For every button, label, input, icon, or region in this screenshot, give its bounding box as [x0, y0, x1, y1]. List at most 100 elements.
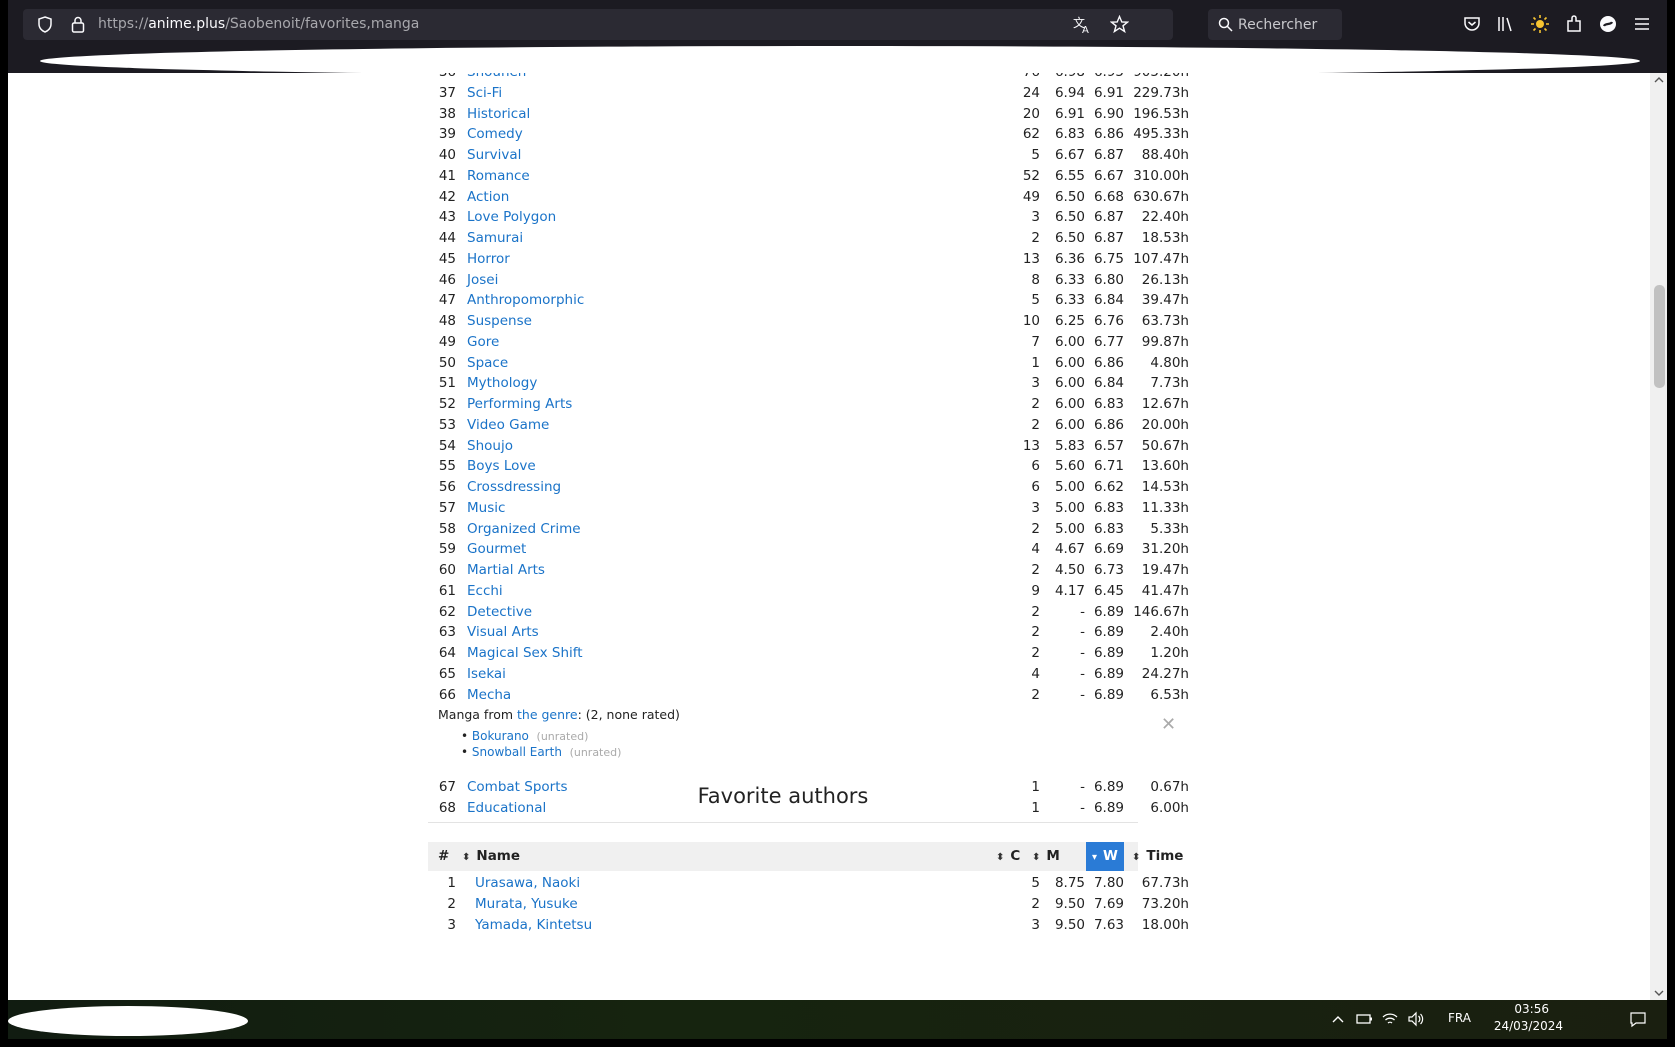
column-time-sort[interactable]: ⬍ Time — [1132, 842, 1183, 871]
name-link[interactable]: Sci-Fi — [467, 85, 502, 101]
name-link[interactable]: Horror — [467, 251, 510, 267]
popup-item[interactable]: • Bokurano (unrated) — [461, 729, 588, 743]
column-name-sort[interactable]: ⬍ Name — [462, 842, 520, 871]
name-link[interactable]: Shoujo — [467, 438, 513, 454]
name-link[interactable]: Shounen — [467, 73, 526, 80]
popup-genre-link[interactable]: the genre — [517, 707, 578, 722]
table-row: 42 Action 49 6.50 6.68 630.67h — [8, 189, 1667, 209]
name-link[interactable]: Romance — [467, 168, 530, 184]
volume-icon[interactable] — [1407, 1010, 1425, 1028]
popup-item[interactable]: • Snowball Earth (unrated) — [461, 745, 621, 759]
weighted-cell: 6.73 — [1093, 562, 1124, 578]
notifications-icon[interactable] — [1629, 1010, 1647, 1028]
name-link[interactable]: Gourmet — [467, 541, 526, 557]
name-link[interactable]: Action — [467, 189, 509, 205]
mean-cell: 4.50 — [1054, 562, 1085, 578]
lock-icon[interactable] — [71, 16, 85, 33]
vertical-scrollbar[interactable] — [1650, 73, 1667, 1000]
weighted-cell: 6.71 — [1093, 458, 1124, 475]
name-link[interactable]: Comedy — [467, 126, 523, 142]
name-link[interactable]: Love Polygon — [467, 209, 556, 225]
pocket-icon[interactable] — [1462, 14, 1482, 34]
name-link[interactable]: Mecha — [467, 687, 511, 703]
language-indicator[interactable]: FRA — [1448, 1011, 1471, 1025]
extensions-icon[interactable] — [1564, 14, 1584, 34]
wifi-icon[interactable] — [1381, 1010, 1399, 1028]
name-link[interactable]: Detective — [467, 604, 532, 620]
mean-cell: 6.33 — [1054, 271, 1085, 288]
name-link[interactable]: Video Game — [467, 417, 549, 433]
name-link[interactable]: Visual Arts — [467, 624, 539, 640]
name-link[interactable]: Survival — [467, 147, 521, 163]
table-row: 58 Organized Crime 2 5.00 6.83 5.33h — [8, 521, 1667, 541]
weighted-cell: 6.89 — [1093, 603, 1124, 620]
name-link[interactable]: Mythology — [467, 375, 537, 391]
scrollbar-thumb[interactable] — [1654, 285, 1665, 388]
name-link[interactable]: Boys Love — [467, 458, 536, 474]
bookmark-star-icon[interactable] — [1110, 15, 1129, 34]
count-cell: 76 — [1023, 73, 1040, 80]
shield-icon[interactable] — [37, 16, 53, 33]
sort-icon: ⬍ — [462, 852, 471, 863]
url-text[interactable]: https://anime.plus/Saobenoit/favorites,m… — [98, 16, 419, 32]
battery-icon[interactable] — [1355, 1010, 1373, 1028]
rank-cell: 64 — [438, 645, 456, 661]
count-cell: 2 — [1031, 686, 1040, 703]
account-icon[interactable] — [1598, 14, 1618, 34]
mean-cell: 6.94 — [1054, 84, 1085, 101]
count-cell: 3 — [1031, 917, 1040, 933]
weighted-cell: 6.89 — [1093, 645, 1124, 661]
mean-cell: 5.00 — [1054, 499, 1085, 516]
name-link[interactable]: Crossdressing — [467, 479, 561, 495]
column-weighted-sort[interactable]: ▾ W — [1086, 842, 1124, 871]
name-link[interactable]: Organized Crime — [467, 521, 581, 537]
scroll-up-icon[interactable] — [1654, 76, 1664, 84]
name-link[interactable]: Gore — [467, 334, 499, 350]
search-bar[interactable]: Rechercher — [1208, 9, 1342, 40]
translate-icon[interactable]: 文A — [1073, 15, 1093, 34]
rank-cell: 55 — [438, 458, 456, 475]
sort-desc-icon: ▾ — [1092, 852, 1098, 863]
name-link[interactable]: Performing Arts — [467, 396, 572, 412]
name-link[interactable]: Martial Arts — [467, 562, 545, 578]
mean-cell: 6.98 — [1055, 73, 1085, 80]
rank-cell: 38 — [438, 105, 456, 122]
sort-icon: ⬍ — [1132, 852, 1141, 863]
sun-icon[interactable] — [1530, 14, 1550, 34]
address-bar[interactable]: https://anime.plus/Saobenoit/favorites,m… — [23, 9, 1173, 40]
name-link[interactable]: Historical — [467, 106, 530, 122]
table-row: 40 Survival 5 6.67 6.87 88.40h — [8, 147, 1667, 167]
rank-cell: 42 — [438, 188, 456, 205]
name-link[interactable]: Suspense — [467, 313, 532, 329]
weighted-cell: 6.68 — [1093, 188, 1124, 205]
name-link[interactable]: Isekai — [467, 666, 506, 682]
scroll-down-icon[interactable] — [1654, 989, 1664, 997]
name-link[interactable]: Space — [467, 355, 508, 371]
clock-time[interactable]: 03:56 — [1514, 1002, 1549, 1016]
popup-close-button[interactable]: ✕ — [1161, 714, 1176, 735]
menu-icon[interactable] — [1632, 14, 1652, 34]
count-cell: 2 — [1031, 520, 1040, 537]
count-cell: 9 — [1031, 582, 1040, 599]
time-cell: 1.20h — [1150, 645, 1189, 661]
count-cell: 4 — [1031, 541, 1040, 558]
name-link[interactable]: Samurai — [467, 230, 523, 246]
chevron-up-icon[interactable] — [1329, 1010, 1347, 1028]
name-link[interactable]: Josei — [467, 272, 498, 288]
table-row: 45 Horror 13 6.36 6.75 107.47h — [8, 251, 1667, 271]
count-cell: 3 — [1031, 375, 1040, 392]
name-link[interactable]: Music — [467, 500, 505, 516]
name-link[interactable]: Magical Sex Shift — [467, 645, 583, 661]
library-icon[interactable] — [1496, 14, 1516, 34]
column-mean-sort[interactable]: ⬍ M — [1032, 842, 1060, 871]
name-link[interactable]: Ecchi — [467, 583, 503, 599]
name-link[interactable]: Yamada, Kintetsu — [475, 917, 592, 933]
column-count-sort[interactable]: ⬍ C — [996, 842, 1020, 871]
name-link[interactable]: Urasawa, Naoki — [475, 875, 580, 891]
weighted-cell: 6.77 — [1093, 333, 1124, 350]
table-row: 49 Gore 7 6.00 6.77 99.87h — [8, 334, 1667, 354]
name-link[interactable]: Anthropomorphic — [467, 292, 584, 308]
table-row: 44 Samurai 2 6.50 6.87 18.53h — [8, 230, 1667, 250]
name-link[interactable]: Murata, Yusuke — [475, 896, 578, 912]
clock-date[interactable]: 24/03/2024 — [1494, 1019, 1563, 1033]
